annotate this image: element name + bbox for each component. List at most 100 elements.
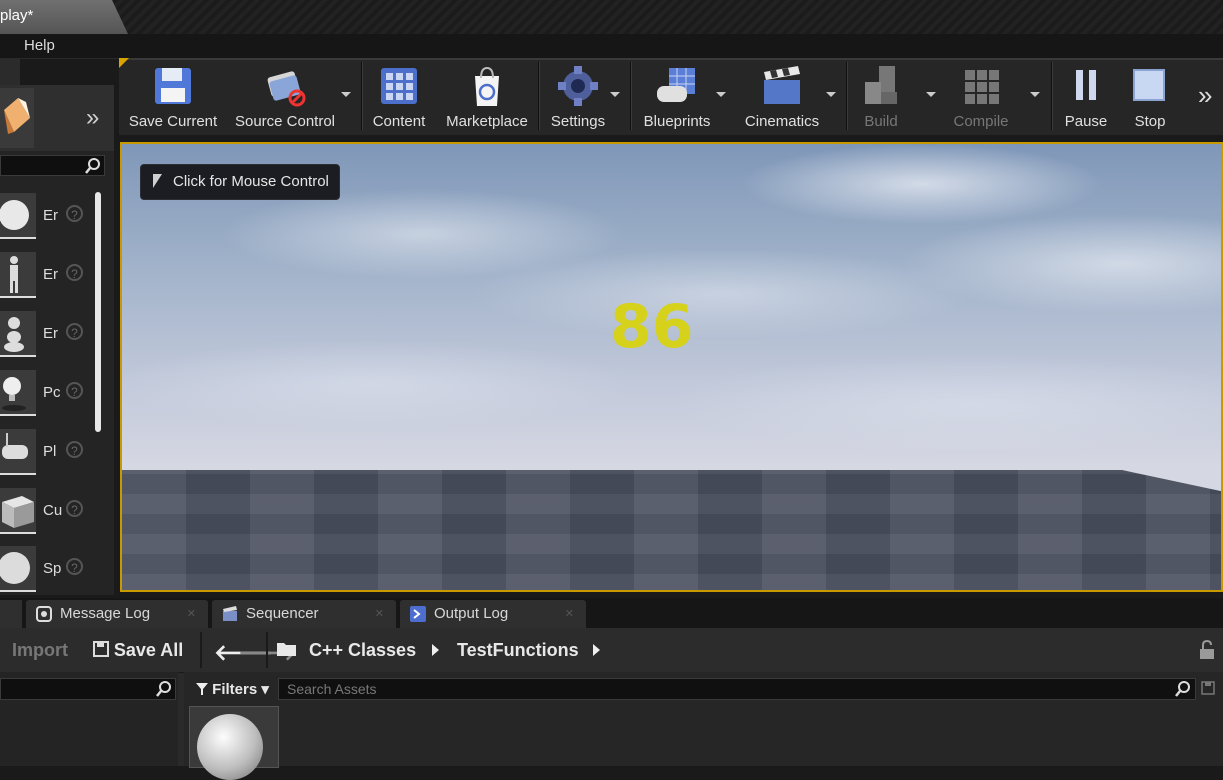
build-dropdown[interactable] [926, 92, 936, 97]
hidden-tab-stub[interactable] [0, 600, 22, 628]
breadcrumb-chevron-icon[interactable] [432, 644, 439, 656]
blueprint-gamepad-icon [657, 68, 695, 102]
expand-chevron-icon[interactable]: » [86, 104, 99, 132]
output-log-icon [410, 606, 426, 622]
close-icon[interactable]: ✕ [375, 600, 384, 628]
search-icon [156, 681, 171, 697]
place-item[interactable]: Er ? [0, 311, 92, 363]
tab-output-log[interactable]: Output Log ✕ [400, 600, 586, 628]
lock-icon[interactable] [1198, 640, 1216, 660]
breadcrumb-cpp-classes[interactable]: C++ Classes [309, 640, 416, 661]
asset-thumbnail-sphere [197, 714, 263, 780]
save-icon [93, 641, 109, 657]
tab-message-log[interactable]: Message Log ✕ [26, 600, 208, 628]
close-icon[interactable]: ✕ [565, 600, 574, 628]
content-browser-toolbar [0, 628, 1223, 673]
compile-button[interactable]: Compile [946, 60, 1016, 132]
toolbar-overflow-icon[interactable]: » [1198, 80, 1212, 111]
place-panel-tab[interactable] [0, 59, 20, 85]
place-item-label: Pc [43, 384, 61, 401]
place-item[interactable]: Er ? [0, 252, 92, 304]
place-item[interactable]: Pc ? [0, 370, 92, 422]
sequencer-icon [223, 606, 237, 621]
stop-button[interactable]: Stop [1126, 60, 1174, 132]
place-item-label: Er [43, 207, 58, 224]
search-icon [85, 158, 100, 174]
help-icon[interactable]: ? [66, 441, 83, 458]
place-item[interactable]: Sp ? [0, 546, 92, 598]
message-log-icon [36, 606, 52, 622]
place-item[interactable]: Er ? [0, 193, 92, 245]
score-text: 86 [610, 292, 694, 362]
place-item-label: Pl [43, 443, 57, 460]
help-icon[interactable]: ? [66, 558, 83, 575]
compile-dropdown[interactable] [1030, 92, 1040, 97]
toolbar-separator [846, 62, 848, 130]
sphere-icon [0, 546, 36, 592]
place-item[interactable]: Pl ? [0, 429, 92, 481]
source-control-dropdown[interactable] [341, 92, 351, 97]
place-item[interactable]: Cu ? [0, 488, 92, 540]
cinematics-dropdown[interactable] [826, 92, 836, 97]
character-icon [0, 252, 36, 298]
place-item-label: Sp [43, 560, 62, 577]
menu-item-help[interactable]: Help [24, 37, 55, 54]
title-tab-strip [0, 0, 1223, 34]
folder-icon [277, 643, 296, 656]
help-icon[interactable]: ? [66, 323, 83, 340]
asset-search-input[interactable]: Search Assets [278, 678, 1196, 700]
gear-icon [558, 66, 598, 106]
level-viewport[interactable]: Click for Mouse Control 86 [120, 142, 1223, 592]
pause-icon [1076, 70, 1096, 100]
breadcrumb-chevron-icon[interactable] [593, 644, 600, 656]
toolbar-separator [361, 62, 363, 130]
help-icon[interactable]: ? [66, 500, 83, 517]
place-scrollbar[interactable] [95, 192, 101, 432]
help-icon[interactable]: ? [66, 264, 83, 281]
document-tab[interactable]: play* [0, 0, 128, 34]
place-item-label: Cu [43, 502, 63, 519]
save-current-button[interactable]: Save Current [124, 60, 222, 132]
help-icon[interactable]: ? [66, 382, 83, 399]
cube-icon [0, 488, 36, 534]
toolbar-separator [538, 62, 540, 130]
place-item-label: Er [43, 325, 58, 342]
floor-checker [122, 470, 1221, 590]
shopping-bag-icon [475, 66, 499, 106]
build-blocks-icon [865, 66, 897, 104]
light-bulb-icon [0, 370, 36, 416]
blueprints-dropdown[interactable] [716, 92, 726, 97]
pause-button[interactable]: Pause [1060, 60, 1112, 132]
breadcrumb-testfunctions[interactable]: TestFunctions [457, 640, 579, 661]
mouse-control-hint-label: Click for Mouse Control [173, 173, 329, 190]
mouse-control-hint[interactable]: Click for Mouse Control [140, 164, 340, 200]
cinematics-button[interactable]: Cinematics [736, 60, 828, 132]
settings-button[interactable]: Settings [546, 60, 610, 132]
tab-sequencer[interactable]: Sequencer ✕ [212, 600, 396, 628]
chevron-down-icon: ▾ [261, 681, 269, 698]
sphere-icon [0, 193, 36, 239]
content-button[interactable]: Content [366, 60, 432, 132]
place-item-label: Er [43, 266, 58, 283]
build-button[interactable]: Build [852, 60, 910, 132]
blueprints-button[interactable]: Blueprints [636, 60, 718, 132]
help-icon[interactable]: ? [66, 205, 83, 222]
toolbar-separator [266, 632, 268, 668]
close-icon[interactable]: ✕ [187, 600, 196, 628]
clapperboard-icon [764, 66, 800, 104]
source-control-button[interactable]: Source Control [230, 60, 340, 132]
place-search-input[interactable] [0, 155, 105, 176]
save-all-button[interactable]: Save All [92, 640, 183, 661]
settings-dropdown[interactable] [610, 92, 620, 97]
toolbar-separator [1051, 62, 1053, 130]
import-button[interactable]: Import [12, 640, 68, 661]
compile-cubes-icon [965, 70, 999, 104]
filters-button[interactable]: Filters ▾ [196, 680, 269, 698]
marketplace-button[interactable]: Marketplace [440, 60, 534, 132]
cursor-icon [153, 174, 162, 188]
folder-search-input[interactable] [0, 678, 176, 700]
player-start-icon [0, 429, 36, 475]
floppy-disk-icon [155, 68, 191, 104]
place-mode-icon[interactable] [0, 88, 34, 148]
save-search-icon[interactable] [1201, 681, 1215, 695]
